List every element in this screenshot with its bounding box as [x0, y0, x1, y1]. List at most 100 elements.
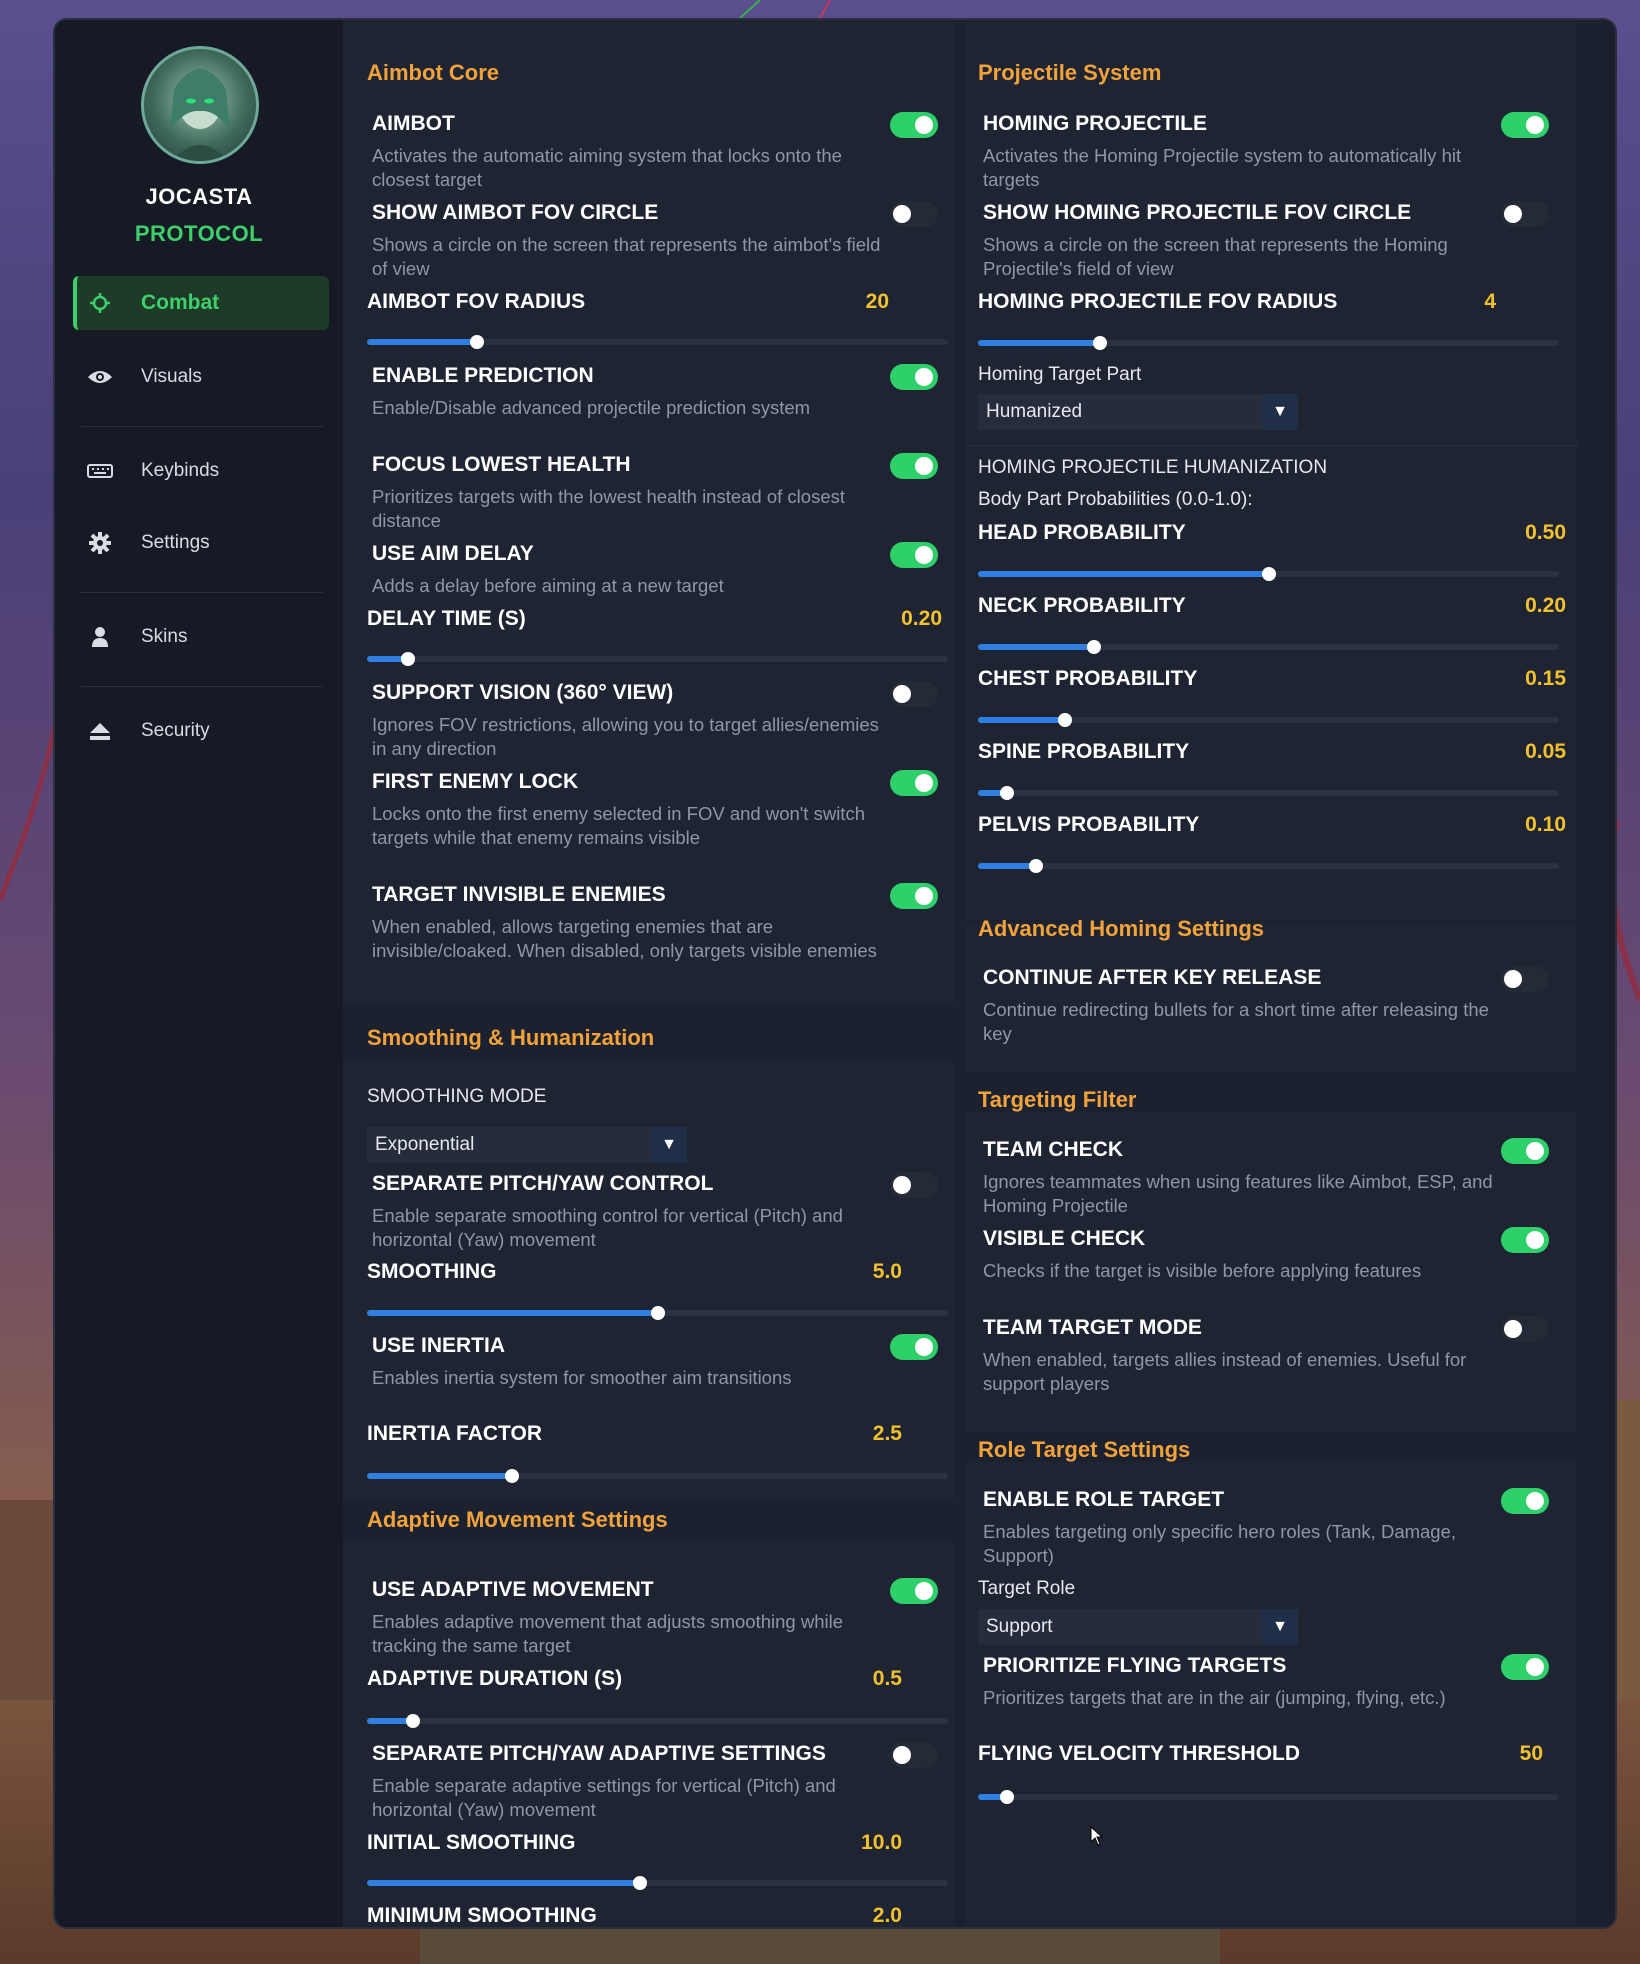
team-target-mode-toggle[interactable]	[1501, 1316, 1549, 1342]
sidebar-item-label: Keybinds	[141, 460, 220, 481]
minimum-smoothing-value: 2.0	[872, 1904, 902, 1927]
chest-probability-label: CHEST PROBABILITY	[978, 667, 1198, 690]
smoothing-mode-label: SMOOTHING MODE	[367, 1086, 547, 1107]
homing-fov-radius-slider[interactable]	[978, 336, 1559, 350]
aimbot-description: Activates the automatic aiming system th…	[372, 145, 842, 190]
separate-pitch-yaw-description: Enable separate smoothing control for ve…	[372, 1205, 843, 1250]
lowest-health-toggle[interactable]	[890, 453, 938, 479]
neck-probability-slider[interactable]	[978, 640, 1559, 654]
pelvis-probability-label: PELVIS PROBABILITY	[978, 813, 1200, 836]
delay-time-label: DELAY TIME (S)	[367, 607, 526, 630]
use-inertia-description: Enables inertia system for smoother aim …	[372, 1367, 792, 1388]
section-title-advanced-homing: Advanced Homing Settings	[978, 916, 1265, 941]
sidebar-item-label: Settings	[141, 532, 210, 553]
initial-smoothing-slider[interactable]	[367, 1876, 948, 1890]
continue-after-release-toggle[interactable]	[1501, 966, 1549, 992]
user-icon	[87, 626, 113, 648]
sidebar: JOCASTA PROTOCOL Combat Visuals Keybinds	[55, 20, 343, 1927]
enable-role-target-toggle[interactable]	[1501, 1488, 1549, 1514]
team-check-label: TEAM CHECK	[983, 1138, 1123, 1161]
avatar	[141, 46, 259, 164]
show-fov-toggle[interactable]	[890, 201, 938, 227]
smoothing-mode-dropdown[interactable]: Exponential ▼	[367, 1127, 687, 1163]
humanization-label: HOMING PROJECTILE HUMANIZATION	[978, 457, 1328, 478]
sidebar-item-security[interactable]: Security	[73, 704, 329, 758]
section-title-targeting-filter: Targeting Filter	[978, 1087, 1137, 1112]
lowest-health-description: Prioritizes targets with the lowest heal…	[372, 486, 846, 531]
homing-target-part-dropdown[interactable]: Humanized ▼	[978, 394, 1298, 430]
inertia-factor-slider[interactable]	[367, 1469, 948, 1483]
team-check-toggle[interactable]	[1501, 1138, 1549, 1164]
use-inertia-toggle[interactable]	[890, 1334, 938, 1360]
eye-icon	[87, 366, 113, 388]
homing-target-part-label: Homing Target Part	[978, 364, 1142, 385]
aimbot-toggle[interactable]	[890, 112, 938, 138]
aim-delay-toggle[interactable]	[890, 542, 938, 568]
separate-pitch-yaw-toggle[interactable]	[890, 1172, 938, 1198]
homing-projectile-label: HOMING PROJECTILE	[983, 112, 1208, 135]
adaptive-movement-toggle[interactable]	[890, 1578, 938, 1604]
spine-probability-slider[interactable]	[978, 786, 1559, 800]
cheat-menu-window: JOCASTA PROTOCOL Combat Visuals Keybinds	[53, 18, 1617, 1929]
neck-probability-label: NECK PROBABILITY	[978, 594, 1186, 617]
pelvis-probability-value: 0.10	[1525, 813, 1566, 836]
delay-time-slider[interactable]	[367, 652, 948, 666]
head-probability-slider[interactable]	[978, 567, 1559, 581]
homing-projectile-toggle[interactable]	[1501, 112, 1549, 138]
chevron-down-icon: ▼	[1262, 394, 1298, 430]
flying-velocity-slider[interactable]	[978, 1790, 1559, 1804]
support-vision-toggle[interactable]	[890, 681, 938, 707]
sidebar-item-skins[interactable]: Skins	[73, 610, 329, 664]
adaptive-duration-label: ADAPTIVE DURATION (S)	[367, 1667, 623, 1690]
chest-probability-slider[interactable]	[978, 713, 1559, 727]
show-homing-fov-toggle[interactable]	[1501, 201, 1549, 227]
pelvis-probability-slider[interactable]	[978, 859, 1559, 873]
delay-time-value: 0.20	[901, 607, 942, 630]
prediction-label: ENABLE PREDICTION	[372, 364, 594, 387]
enable-role-target-label: ENABLE ROLE TARGET	[983, 1488, 1225, 1511]
section-title-adaptive: Adaptive Movement Settings	[367, 1507, 668, 1532]
homing-fov-radius-label: HOMING PROJECTILE FOV RADIUS	[978, 290, 1338, 313]
sidebar-item-combat[interactable]: Combat	[73, 276, 329, 330]
target-role-dropdown[interactable]: Support ▼	[978, 1609, 1298, 1645]
team-target-mode-label: TEAM TARGET MODE	[983, 1316, 1202, 1339]
crosshair-icon	[87, 292, 113, 314]
first-enemy-toggle[interactable]	[890, 770, 938, 796]
continue-after-release-description: Continue redirecting bullets for a short…	[983, 999, 1489, 1044]
use-inertia-label: USE INERTIA	[372, 1334, 506, 1357]
sidebar-item-label: Combat	[141, 291, 220, 314]
sidebar-item-keybinds[interactable]: Keybinds	[73, 444, 329, 498]
separate-adaptive-description: Enable separate adaptive settings for ve…	[372, 1775, 836, 1820]
sidebar-item-visuals[interactable]: Visuals	[73, 350, 329, 404]
chevron-down-icon: ▼	[651, 1127, 687, 1163]
support-vision-label: SUPPORT VISION (360° VIEW)	[372, 681, 674, 704]
smoothing-slider[interactable]	[367, 1306, 948, 1320]
visible-check-toggle[interactable]	[1501, 1227, 1549, 1253]
adaptive-duration-value: 0.5	[872, 1667, 902, 1690]
team-target-mode-description: When enabled, targets allies instead of …	[983, 1349, 1467, 1394]
separate-pitch-yaw-label: SEPARATE PITCH/YAW CONTROL	[372, 1172, 714, 1195]
sidebar-item-settings[interactable]: Settings	[73, 516, 329, 570]
gear-icon	[87, 532, 113, 554]
advanced-homing-panel	[966, 922, 1577, 1072]
adaptive-duration-slider[interactable]	[367, 1714, 948, 1728]
sidebar-item-label: Skins	[141, 626, 188, 647]
prediction-toggle[interactable]	[890, 364, 938, 390]
section-title-smoothing: Smoothing & Humanization	[367, 1025, 655, 1050]
prioritize-flying-label: PRIORITIZE FLYING TARGETS	[983, 1654, 1287, 1677]
target-role-label: Target Role	[978, 1578, 1076, 1599]
invisible-label: TARGET INVISIBLE ENEMIES	[372, 883, 666, 906]
aimbot-label: AIMBOT	[372, 112, 455, 135]
smoothing-label: SMOOTHING	[367, 1260, 497, 1283]
prioritize-flying-toggle[interactable]	[1501, 1654, 1549, 1680]
section-title-aimbot-core: Aimbot Core	[367, 60, 499, 85]
invisible-toggle[interactable]	[890, 883, 938, 909]
show-homing-fov-description: Shows a circle on the screen that repres…	[983, 234, 1448, 279]
show-fov-description: Shows a circle on the screen that repres…	[372, 234, 881, 279]
separate-adaptive-label: SEPARATE PITCH/YAW ADAPTIVE SETTINGS	[372, 1742, 826, 1765]
fov-radius-slider[interactable]	[367, 335, 948, 349]
initial-smoothing-label: INITIAL SMOOTHING	[367, 1831, 576, 1854]
separate-adaptive-toggle[interactable]	[890, 1742, 938, 1768]
keyboard-icon	[87, 460, 113, 482]
chevron-down-icon: ▼	[1262, 1609, 1298, 1645]
